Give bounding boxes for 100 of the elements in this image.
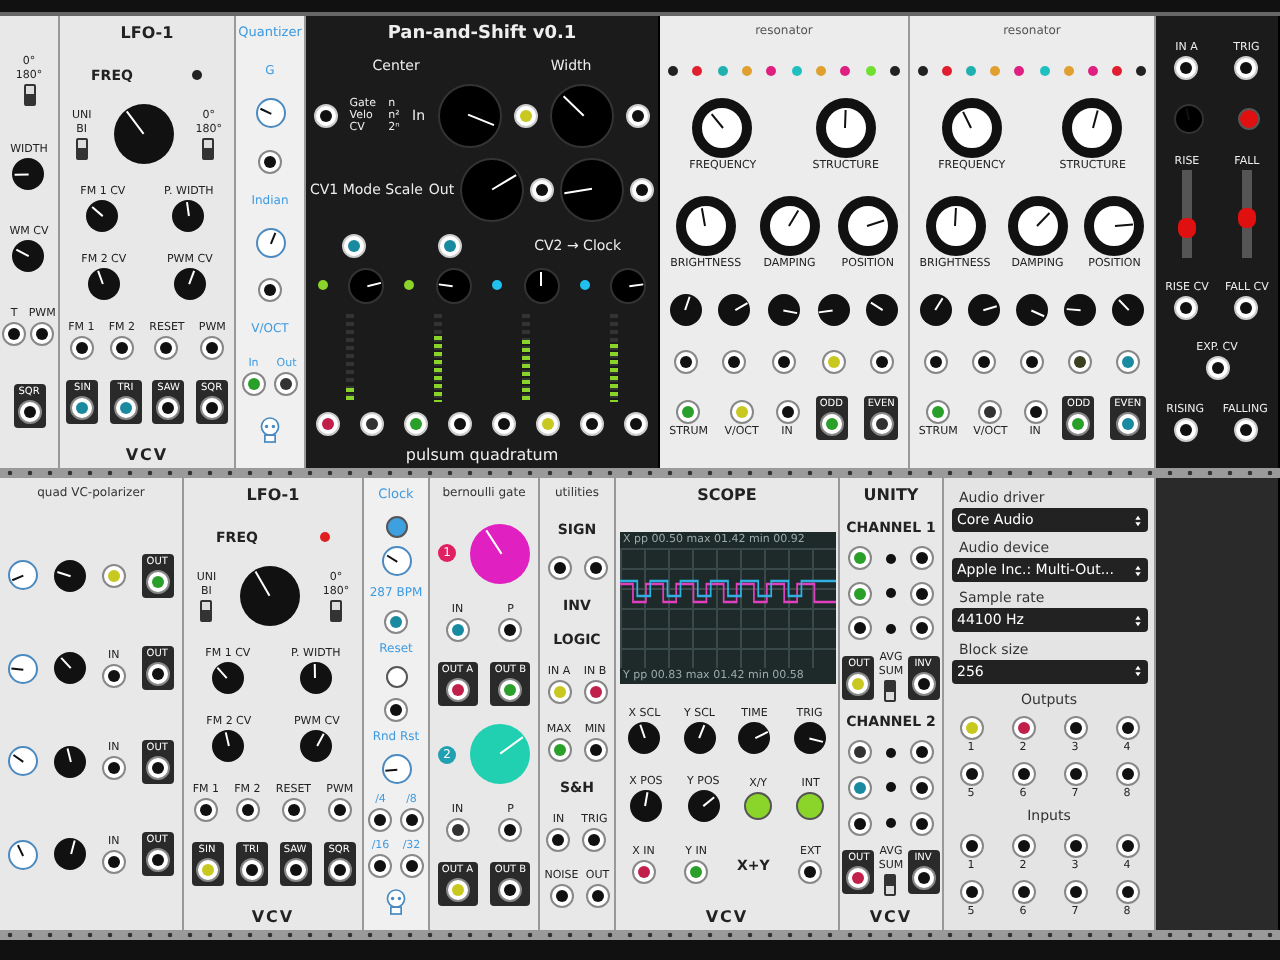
jack-socket[interactable] <box>582 827 607 852</box>
jack-socket[interactable] <box>384 697 408 722</box>
knob[interactable] <box>8 560 39 591</box>
jack-socket[interactable] <box>154 335 179 360</box>
jack-socket[interactable] <box>101 756 126 781</box>
jack-socket[interactable] <box>239 858 263 883</box>
jack-socket[interactable] <box>910 775 934 800</box>
jack-socket[interactable] <box>342 233 367 257</box>
knob[interactable] <box>255 98 285 129</box>
jack-socket[interactable] <box>445 878 470 903</box>
jack-socket[interactable] <box>846 671 871 696</box>
jack-socket[interactable] <box>2 322 27 347</box>
knob[interactable] <box>1084 196 1145 257</box>
jack-socket[interactable] <box>585 883 610 908</box>
knob[interactable] <box>1064 293 1097 326</box>
knob[interactable] <box>1112 293 1145 326</box>
jack-socket[interactable] <box>819 412 844 437</box>
jack-socket[interactable] <box>313 104 338 129</box>
push-button[interactable] <box>796 792 825 821</box>
jack-socket[interactable] <box>200 335 225 360</box>
jack-socket[interactable] <box>848 740 872 765</box>
jack-socket[interactable] <box>546 827 571 852</box>
jack-socket[interactable] <box>910 811 934 836</box>
jack-socket[interactable] <box>404 411 429 436</box>
jack-socket[interactable] <box>1063 762 1087 787</box>
knob[interactable] <box>817 293 850 326</box>
jack-socket[interactable] <box>959 833 983 857</box>
jack-socket[interactable] <box>530 178 555 203</box>
toggle-switch[interactable] <box>330 599 343 622</box>
jack-socket[interactable] <box>109 335 134 360</box>
knob[interactable] <box>1062 98 1123 159</box>
jack-socket[interactable] <box>199 396 224 421</box>
jack-socket[interactable] <box>17 399 41 424</box>
jack-socket[interactable] <box>1115 879 1139 904</box>
jack-socket[interactable] <box>491 411 516 436</box>
jack-socket[interactable] <box>626 104 651 129</box>
jack-socket[interactable] <box>448 411 473 436</box>
knob[interactable] <box>941 98 1002 159</box>
knob[interactable] <box>815 98 876 159</box>
knob[interactable] <box>692 98 753 159</box>
knob[interactable] <box>12 157 45 190</box>
toggle-switch[interactable] <box>23 84 35 107</box>
knob[interactable] <box>86 200 119 233</box>
jack-socket[interactable] <box>399 807 424 832</box>
jack-socket[interactable] <box>1063 833 1087 857</box>
jack-socket[interactable] <box>848 811 872 836</box>
slider[interactable] <box>1181 170 1192 259</box>
jack-socket[interactable] <box>70 396 95 421</box>
jack-socket[interactable] <box>870 349 895 374</box>
knob[interactable] <box>793 721 826 754</box>
jack-socket[interactable] <box>327 858 351 883</box>
jack-socket[interactable] <box>145 569 170 594</box>
jack-socket[interactable] <box>673 349 698 374</box>
jack-socket[interactable] <box>848 616 872 641</box>
jack-socket[interactable] <box>910 546 934 571</box>
jack-socket[interactable] <box>959 762 983 787</box>
jack-socket[interactable] <box>1019 349 1044 374</box>
jack-socket[interactable] <box>258 149 282 174</box>
jack-socket[interactable] <box>1115 762 1139 787</box>
jack-socket[interactable] <box>1115 833 1139 857</box>
jack-socket[interactable] <box>775 399 800 424</box>
jack-socket[interactable] <box>1066 412 1091 437</box>
jack-socket[interactable] <box>1205 356 1229 381</box>
jack-socket[interactable] <box>445 677 470 702</box>
push-button[interactable] <box>744 792 773 821</box>
jack-socket[interactable] <box>498 677 523 702</box>
jack-socket[interactable] <box>368 807 393 832</box>
jack-socket[interactable] <box>959 879 983 904</box>
push-button[interactable] <box>385 666 407 689</box>
toggle-switch[interactable] <box>200 599 213 622</box>
jack-socket[interactable] <box>145 662 170 687</box>
jack-socket[interactable] <box>1011 762 1035 787</box>
jack-socket[interactable] <box>978 399 1003 424</box>
slider[interactable] <box>1241 170 1252 259</box>
jack-socket[interactable] <box>145 848 170 873</box>
jack-socket[interactable] <box>1234 295 1259 320</box>
knob[interactable] <box>381 546 411 577</box>
knob[interactable] <box>675 196 736 257</box>
knob[interactable] <box>54 559 87 592</box>
jack-socket[interactable] <box>771 349 796 374</box>
jack-socket[interactable] <box>910 740 934 765</box>
jack-socket[interactable] <box>911 865 936 890</box>
knob[interactable] <box>212 729 245 762</box>
jack-socket[interactable] <box>368 854 393 879</box>
knob[interactable] <box>299 662 332 695</box>
toggle-switch[interactable] <box>75 137 88 160</box>
jack-socket[interactable] <box>911 671 936 696</box>
slider-thumb[interactable] <box>1177 217 1196 238</box>
knob[interactable] <box>919 293 952 326</box>
knob[interactable] <box>837 196 898 257</box>
knob[interactable] <box>1015 293 1048 326</box>
jack-socket[interactable] <box>193 797 218 822</box>
knob[interactable] <box>255 227 285 258</box>
knob[interactable] <box>523 267 560 304</box>
jack-socket[interactable] <box>623 411 648 436</box>
knob[interactable] <box>54 652 87 685</box>
knob[interactable] <box>300 729 333 762</box>
knob[interactable] <box>967 293 1000 326</box>
jack-socket[interactable] <box>910 616 934 641</box>
knob[interactable] <box>738 721 771 754</box>
